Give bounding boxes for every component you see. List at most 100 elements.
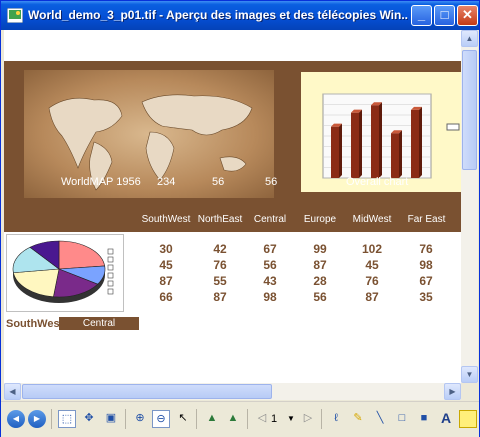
rectangle-icon[interactable]: □ <box>393 410 411 428</box>
table-cell: 98 <box>419 258 433 272</box>
horizontal-scrollbar[interactable]: ◀ ▶ <box>4 383 461 400</box>
pie-legend-swatch <box>107 288 114 295</box>
minimize-icon: _ <box>417 7 426 22</box>
actual-size-icon[interactable]: ✥ <box>80 410 98 428</box>
app-window: World_demo_3_p01.tif - Aperçu des images… <box>0 0 480 437</box>
pie-legend-swatch <box>107 256 114 263</box>
horizontal-scroll-thumb[interactable] <box>22 384 272 399</box>
prev-page-icon[interactable]: ◁ <box>253 410 271 428</box>
select-icon[interactable]: ↖ <box>174 410 192 428</box>
overall-chart-bar <box>411 106 422 178</box>
line-icon[interactable]: ╲ <box>371 410 389 428</box>
table-cell: 76 <box>213 258 227 272</box>
minimize-button[interactable]: _ <box>411 5 432 26</box>
table-cell: 87 <box>213 290 227 304</box>
pie-slice <box>58 240 106 270</box>
header-europe: Europe <box>303 214 337 225</box>
table-cell: 45 <box>365 258 379 272</box>
overall-chart-legend <box>446 123 460 131</box>
map-value-1: 234 <box>157 176 176 188</box>
best-fit-icon[interactable]: ⬚ <box>58 410 76 428</box>
table-cell: 76 <box>419 242 433 256</box>
title-bar[interactable]: World_demo_3_p01.tif - Aperçu des images… <box>1 1 479 30</box>
overall-chart-graphic <box>322 93 460 179</box>
table-cell: 42 <box>213 242 227 256</box>
vertical-scrollbar[interactable]: ▲ ▼ <box>461 30 478 383</box>
overall-chart-bar <box>351 109 362 178</box>
page-dropdown-icon[interactable]: ▼ <box>282 410 300 428</box>
pie-legend-swatch <box>107 248 114 255</box>
map-value-2: 56 <box>212 176 225 188</box>
table-cell: 66 <box>159 290 173 304</box>
header-central: Central <box>253 214 287 225</box>
scroll-up-button[interactable]: ▲ <box>461 30 478 47</box>
table-cell: 87 <box>313 258 327 272</box>
header-northeast: NorthEast <box>197 214 243 225</box>
header-southwest: SouthWest <box>141 214 191 225</box>
table-cell: 99 <box>313 242 327 256</box>
rotate-counterclockwise-icon[interactable]: ▲ <box>224 410 242 428</box>
maximize-icon: □ <box>440 7 449 22</box>
header-fareast: Far East <box>407 214 446 225</box>
zoom-out-icon[interactable]: ⊖ <box>152 410 170 428</box>
text-icon[interactable]: A <box>437 410 455 428</box>
pie-chart <box>6 234 124 312</box>
table-cell: 87 <box>365 290 379 304</box>
table-cell: 76 <box>365 274 379 288</box>
note-icon[interactable] <box>459 410 477 428</box>
table-cell: 102 <box>361 242 383 256</box>
table-cell: 55 <box>213 274 227 288</box>
pie-slice <box>13 268 60 298</box>
table-cell: 98 <box>263 290 277 304</box>
vertical-scroll-thumb[interactable] <box>462 50 477 170</box>
table-cell: 45 <box>159 258 173 272</box>
close-icon: ✕ <box>462 7 473 22</box>
toolbar-separator <box>51 409 52 429</box>
image-viewport[interactable]: WorldMAP 1956 234 56 56 Overall chart So… <box>4 30 461 383</box>
overall-chart-bar <box>391 130 402 178</box>
overall-chart <box>301 72 461 192</box>
rotate-clockwise-icon[interactable]: ▲ <box>203 410 221 428</box>
toolbar-separator <box>125 409 126 429</box>
footer-central-label: Central <box>82 318 116 329</box>
table-cell: 35 <box>419 290 433 304</box>
close-button[interactable]: ✕ <box>457 5 478 26</box>
zoom-in-icon[interactable]: ⊕ <box>131 410 149 428</box>
table-cell: 28 <box>313 274 327 288</box>
toolbar-separator <box>196 409 197 429</box>
overall-chart-bar <box>331 123 342 178</box>
previous-image-icon[interactable]: ◀ <box>7 410 25 428</box>
overall-chart-bar <box>371 102 382 178</box>
pie-chart-graphic <box>12 240 114 303</box>
next-image-icon[interactable]: ▶ <box>28 410 46 428</box>
scroll-left-button[interactable]: ◀ <box>4 383 21 400</box>
slideshow-icon[interactable]: ▣ <box>102 410 120 428</box>
map-caption: WorldMAP 1956 <box>61 176 141 188</box>
window-title: World_demo_3_p01.tif - Aperçu des images… <box>28 8 408 22</box>
table-cell: 67 <box>419 274 433 288</box>
footer-southwest-label: SouthWest <box>6 318 64 330</box>
table-cell: 67 <box>263 242 277 256</box>
table-cell: 87 <box>159 274 173 288</box>
next-page-icon[interactable]: ▷ <box>299 410 317 428</box>
overall-chart-caption: Overall chart <box>346 176 409 188</box>
filled-rectangle-icon[interactable]: ■ <box>415 410 433 428</box>
scrollbar-corner <box>461 383 478 400</box>
pie-legend-swatch <box>107 280 114 287</box>
map-value-3: 56 <box>265 176 278 188</box>
image-viewer-app-icon <box>7 8 23 23</box>
table-cell: 56 <box>263 258 277 272</box>
toolbar-separator <box>321 409 322 429</box>
maximize-button[interactable]: □ <box>434 5 455 26</box>
scroll-right-button[interactable]: ▶ <box>444 383 461 400</box>
table-cell: 43 <box>263 274 277 288</box>
highlighter-icon[interactable]: ✎ <box>349 410 367 428</box>
header-midwest: MidWest <box>352 214 392 225</box>
toolbar-separator <box>247 409 248 429</box>
table-cell: 30 <box>159 242 173 256</box>
freehand-icon[interactable]: ℓ <box>327 410 345 428</box>
pie-legend-swatch <box>107 264 114 271</box>
table-cell: 56 <box>313 290 327 304</box>
scroll-down-button[interactable]: ▼ <box>461 366 478 383</box>
pie-legend-swatch <box>107 272 114 279</box>
